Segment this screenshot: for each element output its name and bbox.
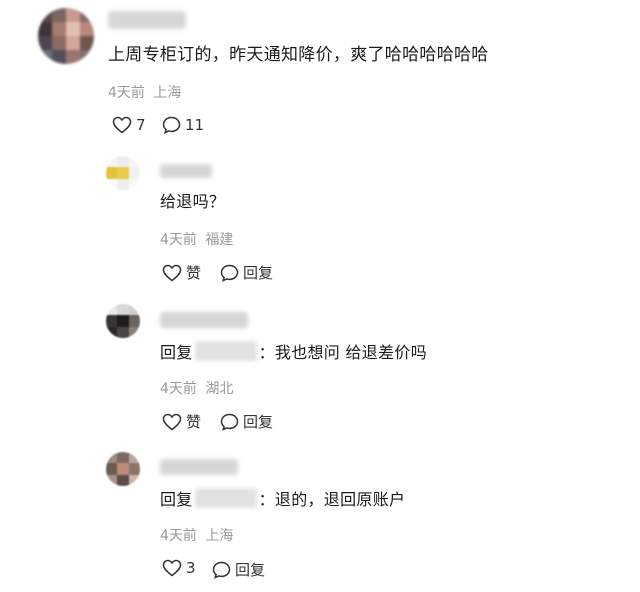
reply-3-like-button[interactable]: 3 <box>162 559 196 577</box>
reply-2-reply-label: 回复 <box>243 413 274 431</box>
reply-3-content: 回复 ：退的，退回原账户 <box>160 488 405 511</box>
reply-1-reply-button[interactable]: 回复 <box>220 262 273 283</box>
reply-2-like-button[interactable]: 赞 <box>162 411 201 432</box>
comment-time: 4天前 <box>108 85 145 101</box>
reply-3-meta: 4天前 上海 <box>160 527 233 545</box>
reply-2-username-blurred[interactable] <box>160 312 248 328</box>
avatar-main-commenter[interactable] <box>38 8 94 64</box>
reply-2-prefix: 回复 <box>160 343 193 362</box>
avatar-reply-3[interactable] <box>106 452 140 486</box>
reply-1-meta: 4天前 福建 <box>160 231 233 249</box>
reply-1-like-button[interactable]: 赞 <box>162 262 201 283</box>
reply-2-like-label: 赞 <box>186 413 202 431</box>
reply-1-like-label: 赞 <box>186 264 202 282</box>
reply-1-text: 给退吗？ <box>160 192 226 211</box>
reply-2-text: ：我也想问 给退差价吗 <box>258 343 427 362</box>
comment-text: 上周专柜订的，昨天通知降价，爽了哈哈哈哈哈哈 <box>108 45 489 65</box>
username-blurred[interactable] <box>108 11 186 29</box>
heart-outline-icon <box>112 116 132 134</box>
comment-meta: 4天前 上海 <box>108 84 181 102</box>
speech-bubble-icon <box>220 264 239 282</box>
reply-3-reply-label: 回复 <box>235 561 266 579</box>
like-button[interactable]: 7 <box>112 116 146 134</box>
reply-1-time: 4天前 <box>160 232 197 248</box>
mention-username-blurred[interactable] <box>194 488 257 508</box>
like-count: 7 <box>136 116 146 134</box>
reply-3-location: 上海 <box>205 528 234 544</box>
mention-username-blurred[interactable] <box>194 341 257 361</box>
reply-1-username-blurred[interactable] <box>160 164 212 178</box>
reply-2-location: 湖北 <box>205 381 234 397</box>
reply-2-time: 4天前 <box>160 381 197 397</box>
reply-2-content: 回复 ：我也想问 给退差价吗 <box>160 341 427 364</box>
reply-3-username-blurred[interactable] <box>160 459 238 475</box>
reply-2-meta: 4天前 湖北 <box>160 380 233 398</box>
reply-1-reply-label: 回复 <box>243 264 274 282</box>
heart-outline-icon <box>162 264 182 281</box>
reply-count: 11 <box>185 116 205 134</box>
reply-3-like-count: 3 <box>186 559 196 577</box>
reply-3-prefix: 回复 <box>160 490 193 509</box>
speech-bubble-icon <box>212 561 231 579</box>
avatar-reply-1[interactable] <box>106 156 140 190</box>
reply-3-text: ：退的，退回原账户 <box>258 490 406 509</box>
reply-3-time: 4天前 <box>160 528 197 544</box>
reply-3-reply-button[interactable]: 回复 <box>212 559 265 580</box>
speech-bubble-icon <box>162 116 181 134</box>
speech-bubble-icon <box>220 413 239 431</box>
reply-count-button[interactable]: 11 <box>162 116 204 134</box>
avatar-reply-2[interactable] <box>106 304 140 338</box>
reply-2-reply-button[interactable]: 回复 <box>220 411 273 432</box>
comment-location: 上海 <box>153 85 182 101</box>
reply-1-location: 福建 <box>205 232 234 248</box>
heart-outline-icon <box>162 559 182 577</box>
heart-outline-icon <box>162 413 182 430</box>
